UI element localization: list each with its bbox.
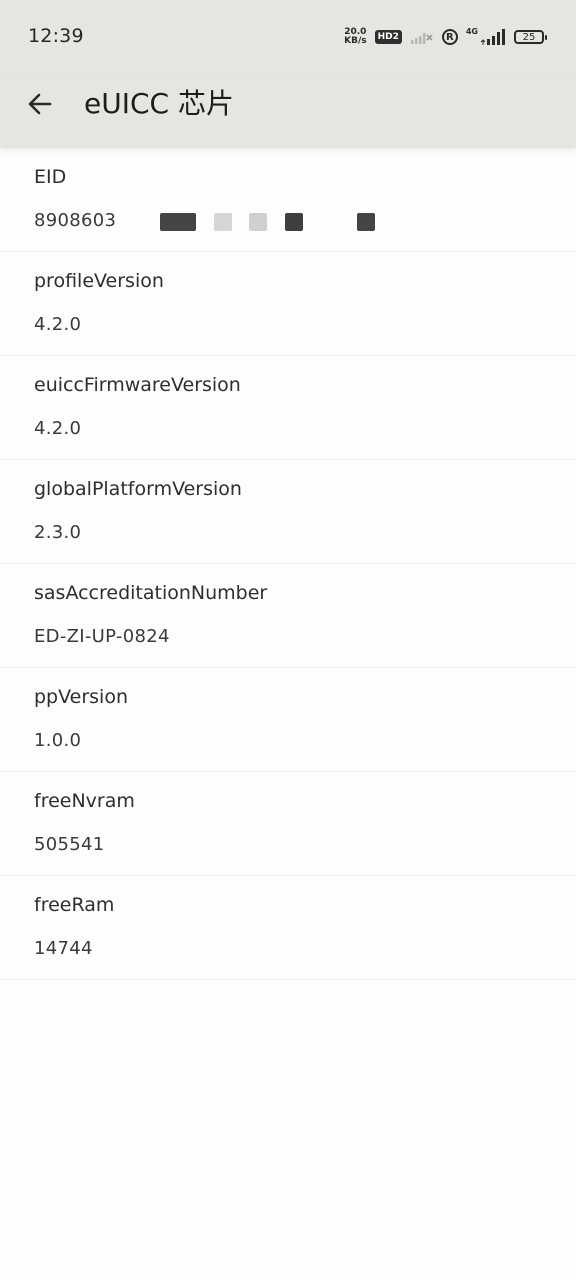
list-item-profile-version: profileVersion 4.2.0: [0, 252, 576, 356]
redaction-block: [160, 213, 196, 231]
network-speed-unit: KB/s: [344, 36, 367, 46]
field-value: 1.0.0: [34, 730, 82, 751]
status-bar: 12:39 20.0 KB/s HD2 R 4G 25: [0, 0, 576, 76]
list-item-global-platform-version: globalPlatformVersion 2.3.0: [0, 460, 576, 564]
field-value: ED-ZI-UP-0824: [34, 626, 170, 647]
list-item-free-nvram: freeNvram 505541: [0, 772, 576, 876]
battery-icon: 25: [514, 30, 547, 44]
network-speed: 20.0 KB/s: [344, 28, 366, 46]
euicc-info-list: EID 8908603 profileVersion 4.2.0 euiccFi…: [0, 148, 576, 980]
status-time: 12:39: [28, 25, 84, 47]
back-button[interactable]: [22, 86, 58, 122]
signal-sim2-icon: [480, 29, 505, 45]
field-label: sasAccreditationNumber: [34, 582, 268, 604]
list-item-free-ram: freeRam 14744: [0, 876, 576, 980]
list-item-eid: EID 8908603: [0, 148, 576, 252]
redaction-block: [214, 213, 232, 231]
page-title: eUICC 芯片: [84, 87, 234, 120]
arrow-left-icon: [28, 93, 52, 115]
field-value: 505541: [34, 834, 105, 855]
field-label: freeRam: [34, 894, 115, 916]
redaction-block: [249, 213, 267, 231]
status-icons: 20.0 KB/s HD2 R 4G 25: [344, 24, 547, 50]
signal-sim1-icon: [410, 33, 433, 44]
roaming-icon: R: [441, 29, 458, 45]
field-value: 4.2.0: [34, 314, 82, 335]
field-value: 4.2.0: [34, 418, 82, 439]
field-label: euiccFirmwareVersion: [34, 374, 241, 396]
list-item-sas-accreditation-number: sasAccreditationNumber ED-ZI-UP-0824: [0, 564, 576, 668]
network-type-label: 4G: [465, 27, 478, 36]
redaction-block: [285, 213, 303, 231]
hd-voice-badge: HD2: [374, 30, 402, 44]
list-item-euicc-firmware-version: euiccFirmwareVersion 4.2.0: [0, 356, 576, 460]
app-bar: eUICC 芯片: [0, 76, 576, 148]
redaction-block: [357, 213, 375, 231]
field-label: freeNvram: [34, 790, 135, 812]
field-value: 8908603: [34, 210, 117, 231]
field-value: 14744: [34, 938, 93, 959]
field-label: globalPlatformVersion: [34, 478, 242, 500]
list-item-pp-version: ppVersion 1.0.0: [0, 668, 576, 772]
field-value: 2.3.0: [34, 522, 82, 543]
field-label: ppVersion: [34, 686, 128, 708]
field-label: profileVersion: [34, 270, 164, 292]
field-label: EID: [34, 166, 67, 188]
